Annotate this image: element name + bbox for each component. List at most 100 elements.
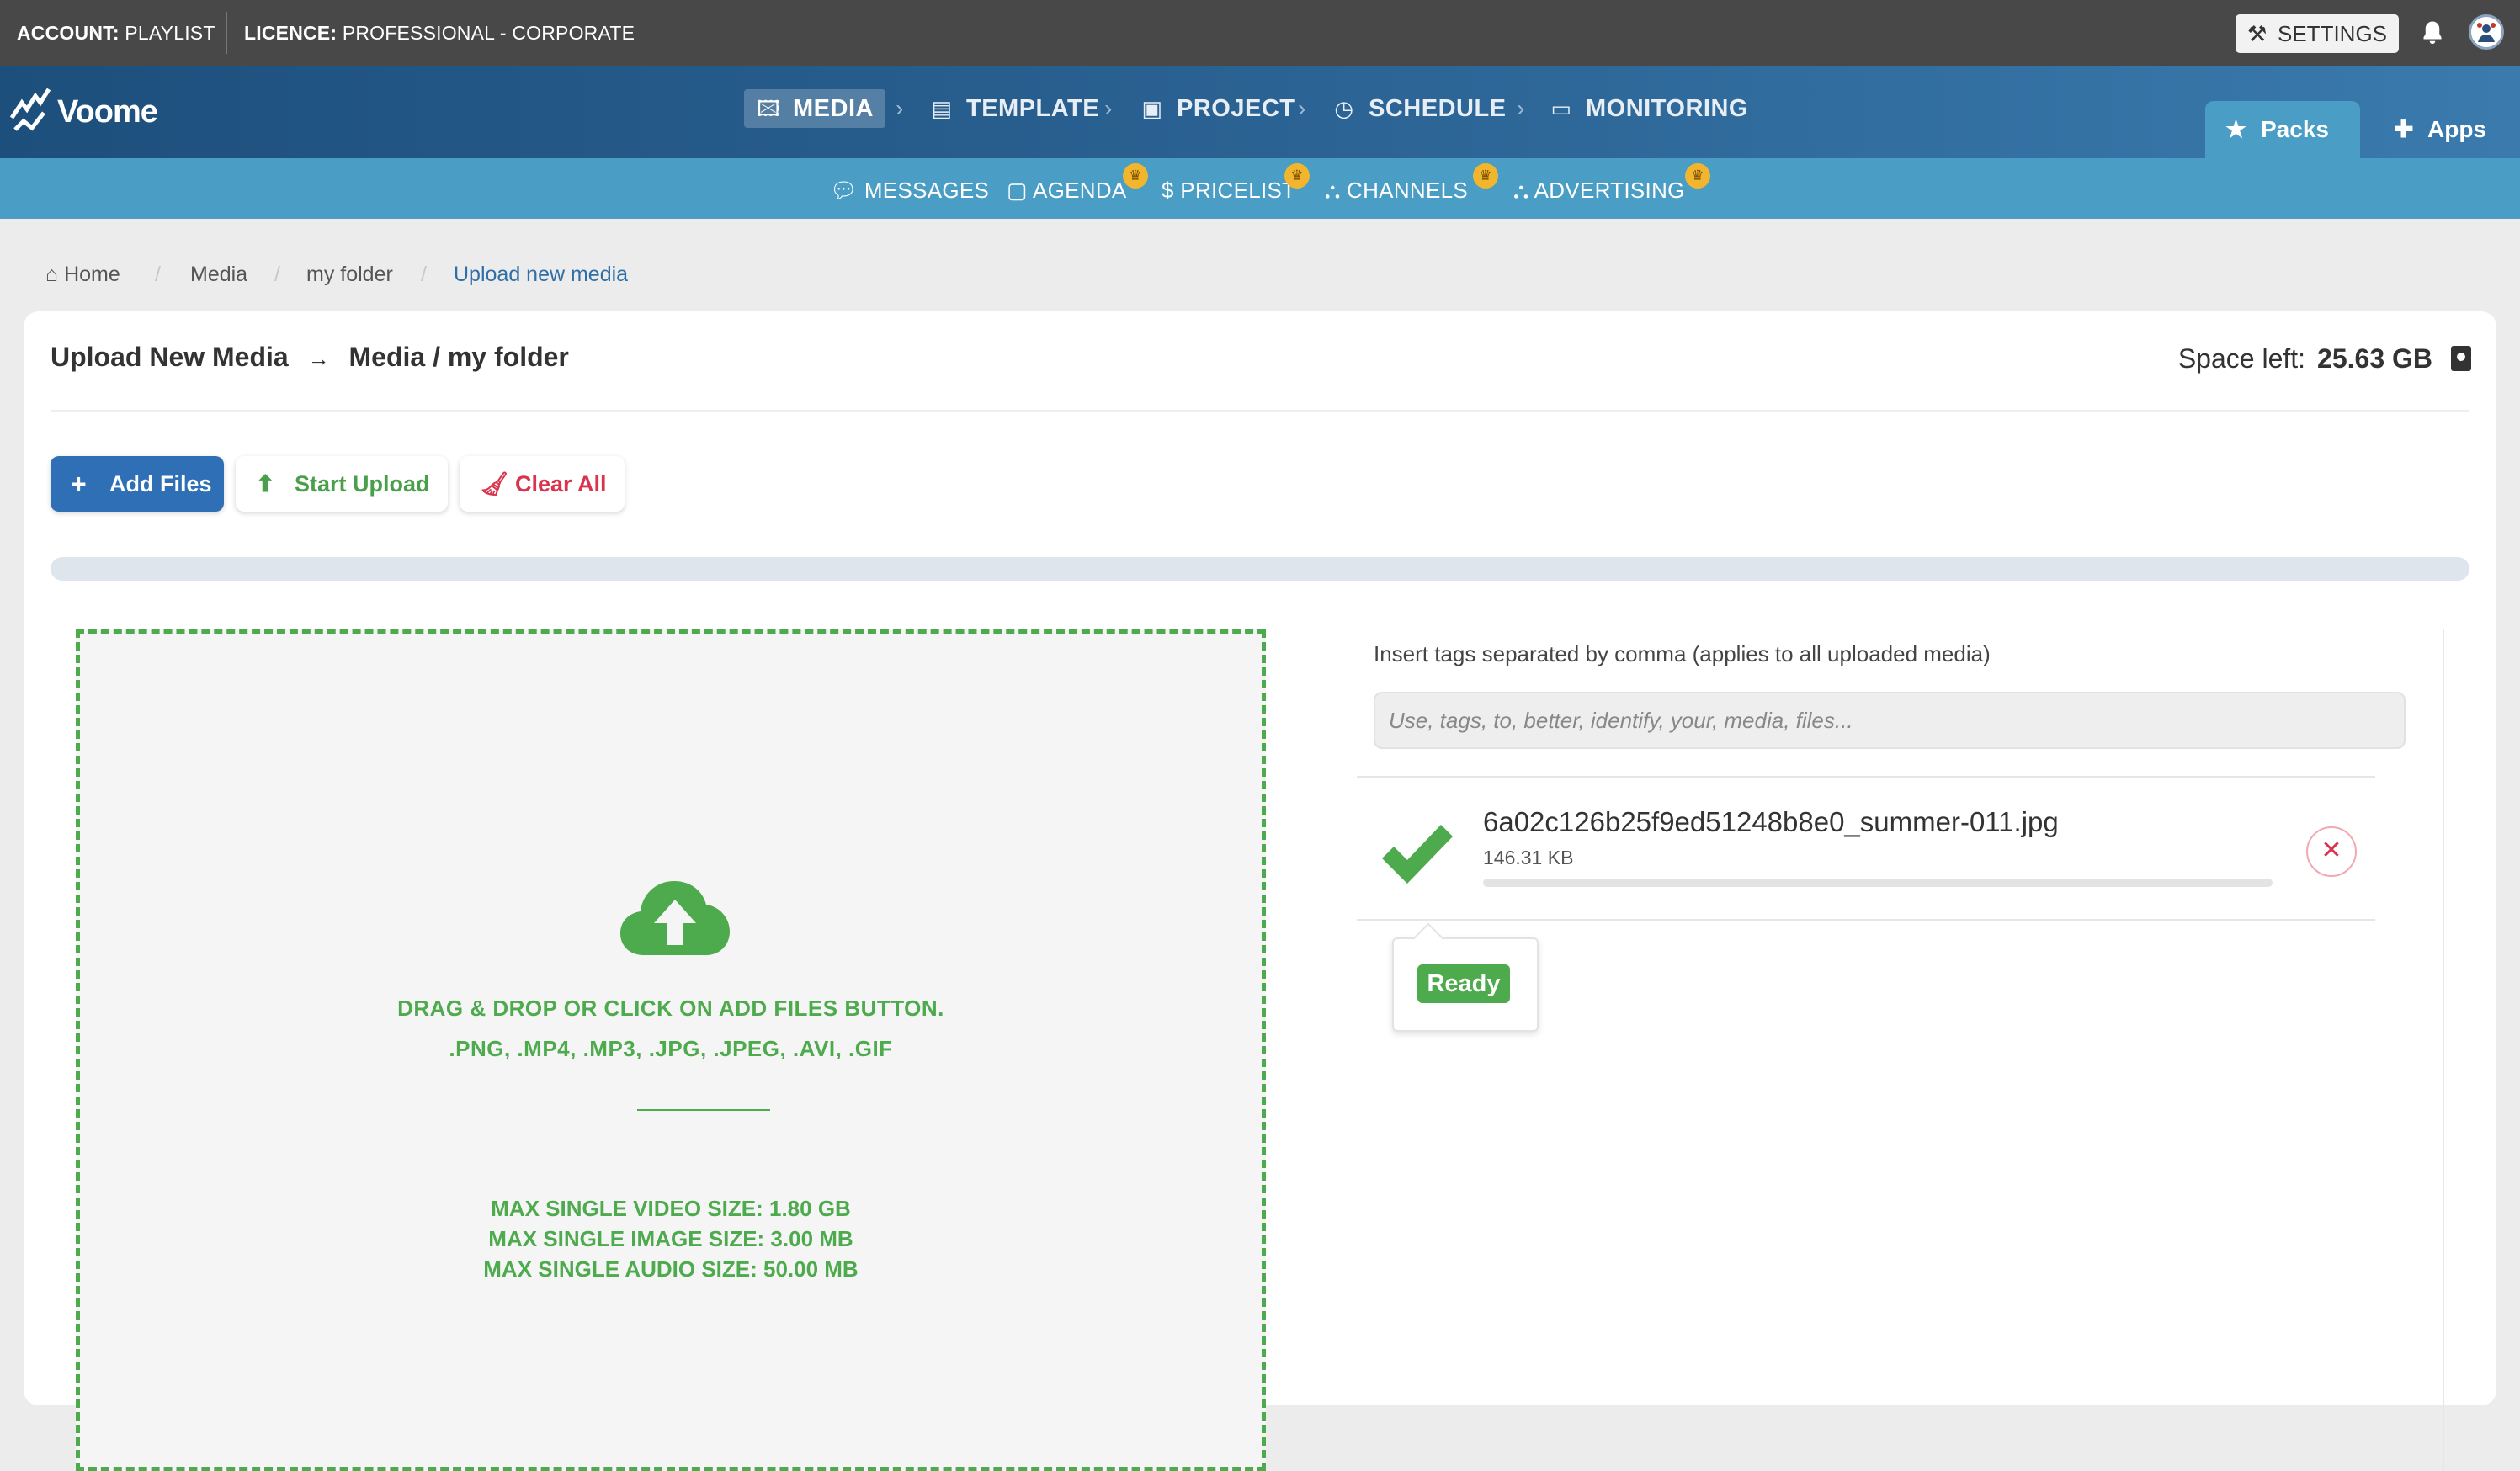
tags-input[interactable] [1374,692,2406,749]
licence-key: LICENCE: [244,22,338,44]
project-icon: ▣ [1141,96,1163,121]
upload-icon: ⬆ [256,471,275,497]
page-title-left: Upload New Media [51,342,289,372]
nav-media[interactable]: 🖾 MEDIA [744,89,885,128]
nav-template-label: TEMPLATE [966,95,1100,122]
chat-icon: 💬︎ [830,178,859,203]
apps-label: Apps [2427,116,2486,142]
nav-project[interactable]: ▣ PROJECT [1136,89,1295,128]
chevron-right-icon: › [1298,95,1306,121]
brand-logo[interactable]: Voome [7,84,158,135]
subnav-pricelist-label: PRICELIST [1180,178,1296,203]
breadcrumb-separator: / [421,263,427,286]
nav-monitoring[interactable]: ▭ MONITORING [1545,89,1748,128]
nav-template[interactable]: ▤ TEMPLATE [926,89,1099,128]
space-left: Space left: 25.63 GB [2178,343,2471,374]
arrow-right-icon: → [307,346,330,371]
remove-file-button[interactable]: ✕ [2306,826,2357,877]
user-avatar[interactable] [2469,14,2504,50]
crown-icon: ♛ [1685,163,1710,189]
breadcrumb-home-label: Home [64,263,120,286]
start-upload-label: Start Upload [295,471,430,497]
nav-monitoring-label: MONITORING [1586,95,1748,122]
nav-media-label: MEDIA [793,95,874,122]
breadcrumb-current: Upload new media [454,263,629,286]
page-title-path: Media / my folder [348,342,569,372]
sitemap-icon: ⛬ [1513,178,1529,203]
subnav-channels[interactable]: ⛬ CHANNELS ♛ [1325,163,1498,207]
dropzone-instruction: DRAG & DROP OR CLICK ON ADD FILES BUTTON… [397,996,944,1021]
file-queue-panel: Insert tags separated by comma (applies … [1357,629,2444,1471]
image-icon: 🖾 [756,96,781,121]
tools-icon: ⚒ [2247,21,2267,46]
book-icon: ▤ [931,96,953,121]
max-video-size: MAX SINGLE VIDEO SIZE: 1.80 GB [491,1196,851,1221]
logo-mark-icon [9,88,51,131]
subnav-agenda[interactable]: ▢ AGENDA ♛ [1007,163,1148,207]
clock-icon: ◷ [1334,96,1354,121]
nav-schedule[interactable]: ◷ SCHEDULE [1328,89,1507,128]
sitemap-icon: ⛬ [1325,178,1341,203]
chevron-right-icon: › [1104,95,1113,121]
page-title: Upload New Media → Media / my folder [51,342,569,373]
calendar-icon: ▢ [1007,178,1028,203]
broom-icon: 🧹︎ [480,471,509,497]
divider [51,410,2469,412]
packs-label: Packs [2261,116,2329,142]
packs-tab[interactable]: ★ Packs [2205,101,2360,158]
subnav-advertising[interactable]: ⛬ ADVERTISING ♛ [1513,163,1710,207]
settings-label: SETTINGS [2278,21,2388,46]
hard-drive-icon [2451,346,2471,371]
licence-value: PROFESSIONAL - CORPORATE [342,22,635,44]
status-badge: Ready [1417,964,1510,1003]
max-image-size: MAX SINGLE IMAGE SIZE: 3.00 MB [488,1226,853,1251]
nav-schedule-label: SCHEDULE [1369,95,1507,122]
apps-tab[interactable]: ✚ Apps [2379,101,2520,158]
nav-project-label: PROJECT [1177,95,1295,122]
settings-button[interactable]: ⚒ SETTINGS [2236,14,2399,53]
subnav-advertising-label: ADVERTISING [1534,178,1685,203]
add-files-button[interactable]: + Add Files [51,456,224,512]
monitor-icon: ▭ [1550,96,1572,121]
file-size: 146.31 KB [1483,847,1574,868]
subnav-pricelist[interactable]: $ PRICELIST ♛ [1162,163,1310,207]
check-icon [1382,825,1453,884]
brand-name: Voome [57,94,158,130]
puzzle-icon: ✚ [2394,116,2414,142]
main-navigation: Voome 🖾 MEDIA › ▤ TEMPLATE › ▣ PROJECT › ◷ S… [0,66,2520,158]
file-progress-bar [1483,879,2273,887]
upload-card: Upload New Media → Media / my folder Spa… [24,311,2496,1471]
drop-zone[interactable]: DRAG & DROP OR CLICK ON ADD FILES BUTTON… [76,629,1266,1471]
account-info: ACCOUNT: PLAYLIST [17,0,215,66]
dollar-icon: $ [1162,178,1174,203]
start-upload-button[interactable]: ⬆ Start Upload [236,456,448,512]
overall-progress-bar [51,557,2469,581]
close-icon: ✕ [2321,836,2342,864]
breadcrumb-folder[interactable]: my folder [306,258,393,291]
breadcrumb-separator: / [274,263,280,286]
account-value: PLAYLIST [125,22,215,44]
queued-file-row: 6a02c126b25f9ed51248b8e0_summer-011.jpg … [1357,776,2375,921]
dropzone-formats: .PNG, .MP4, .MP3, .JPG, .JPEG, .AVI, .GI… [449,1036,893,1061]
chevron-right-icon: › [896,95,904,121]
subnav-messages[interactable]: 💬︎ MESSAGES [830,173,989,207]
subnav-channels-label: CHANNELS [1347,178,1469,203]
breadcrumb-media[interactable]: Media [190,258,247,291]
clear-all-button[interactable]: 🧹︎ Clear All [460,456,625,512]
crown-icon: ♛ [1123,163,1148,189]
topbar-divider [226,12,227,54]
status-popover: Ready [1392,937,1539,1032]
plus-icon: + [71,469,87,499]
subnav-messages-label: MESSAGES [864,178,990,203]
breadcrumb-home[interactable]: ⌂ Home [45,258,120,291]
cloud-upload-icon [620,881,730,955]
chevron-right-icon: › [1517,95,1525,121]
dropzone-divider [637,1109,770,1111]
clear-all-label: Clear All [515,471,607,497]
space-left-value: 25.63 GB [2317,343,2432,374]
tags-label: Insert tags separated by comma (applies … [1374,641,1991,666]
star-icon: ★ [2225,116,2247,142]
bell-icon[interactable] [2417,17,2448,49]
account-bar: ACCOUNT: PLAYLIST LICENCE: PROFESSIONAL … [0,0,2520,66]
crown-icon: ♛ [1473,163,1498,189]
